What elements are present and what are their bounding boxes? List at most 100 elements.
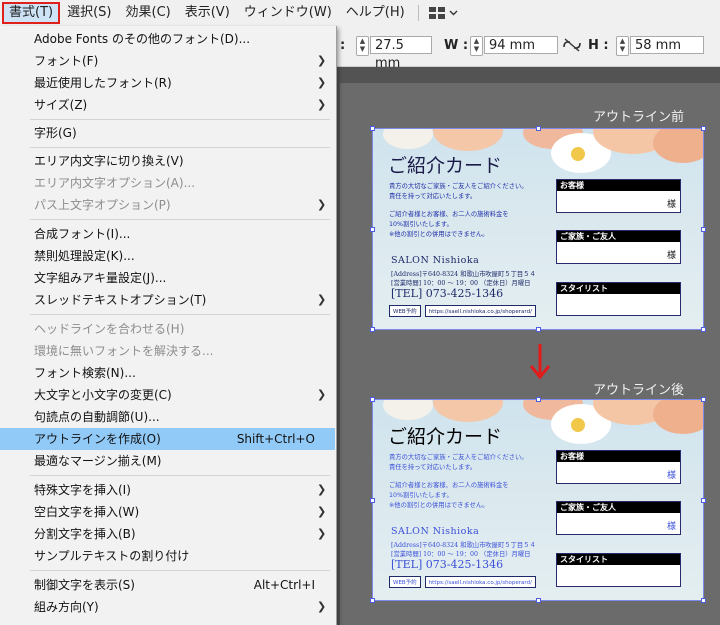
card-after[interactable]: ご紹介カード 貴方の大切なご家族・ご友人をご紹介ください。 責任を持って対応いた… bbox=[370, 397, 706, 603]
selection-handle[interactable] bbox=[536, 327, 541, 332]
menu-separator bbox=[30, 475, 330, 476]
menu-separator bbox=[30, 147, 330, 148]
selection-handle[interactable] bbox=[370, 227, 375, 232]
menu-item-show-hidden-chars[interactable]: 制御文字を表示(S) Alt+Ctrl+I bbox=[0, 574, 335, 596]
h-stepper[interactable]: ▲ ▼ bbox=[616, 36, 629, 56]
selection-handle[interactable] bbox=[370, 498, 375, 503]
menu-item-label: 最近使用したフォント(R) bbox=[34, 76, 172, 90]
selection-handle[interactable] bbox=[536, 598, 541, 603]
constrain-proportions-icon[interactable] bbox=[562, 38, 582, 52]
w-field[interactable]: 94 mm bbox=[484, 36, 558, 54]
menu-view[interactable]: 表示(V) bbox=[178, 2, 237, 24]
menu-item-insert-break[interactable]: 分割文字を挿入(B) ❯ bbox=[0, 523, 335, 545]
menu-item-label: サイズ(Z) bbox=[34, 98, 88, 112]
selection-handle[interactable] bbox=[701, 126, 706, 131]
y-label-colon: : bbox=[340, 38, 346, 53]
menu-item-mojikumi[interactable]: 文字組みアキ量設定(J)... bbox=[0, 267, 335, 289]
menu-bar: 書式(T) 選択(S) 効果(C) 表示(V) ウィンドウ(W) ヘルプ(H) bbox=[0, 0, 720, 27]
web-label: WEB予約 bbox=[389, 576, 421, 588]
customer-header: お客様 bbox=[557, 451, 680, 462]
menu-window[interactable]: ウィンドウ(W) bbox=[237, 2, 339, 24]
body-line-5: ※他の割引との併用はできません。 bbox=[389, 502, 489, 509]
menu-item-kinsoku[interactable]: 禁則処理設定(K)... bbox=[0, 245, 335, 267]
stylist-header: スタイリスト bbox=[557, 554, 680, 565]
menu-select[interactable]: 選択(S) bbox=[60, 2, 118, 24]
w-stepper[interactable]: ▲ ▼ bbox=[470, 36, 483, 56]
body-line-3: ご紹介者様とお客様、お二人の施術料金を bbox=[389, 482, 509, 489]
selection-handle[interactable] bbox=[701, 327, 706, 332]
menu-type[interactable]: 書式(T) bbox=[2, 2, 61, 24]
menu-item-optical-margin[interactable]: 最適なマージン揃え(M) bbox=[0, 450, 335, 472]
web-url: https://saell.nishioka.co.jp/shoperard/ bbox=[424, 305, 536, 317]
web-reservation: WEB予約 https://saell.nishioka.co.jp/shope… bbox=[389, 576, 536, 588]
selection-handle[interactable] bbox=[701, 598, 706, 603]
menu-item-threaded-text[interactable]: スレッドテキストオプション(T) ❯ bbox=[0, 289, 335, 311]
body-line-5: ※他の割引との併用はできません。 bbox=[389, 231, 489, 238]
menu-item-label: 特殊文字を挿入(I) bbox=[34, 483, 131, 497]
menu-item-font[interactable]: フォント(F) ❯ bbox=[0, 50, 335, 72]
submenu-arrow-icon: ❯ bbox=[317, 388, 327, 401]
submenu-arrow-icon: ❯ bbox=[317, 54, 327, 67]
selection-handle[interactable] bbox=[701, 227, 706, 232]
card-before[interactable]: ご紹介カード 貴方の大切なご家族・ご友人をご紹介ください。 責任を持って対応いた… bbox=[370, 126, 706, 332]
selection-handle[interactable] bbox=[370, 397, 375, 402]
menu-item-label: アウトラインを作成(O) bbox=[34, 432, 161, 446]
submenu-arrow-icon: ❯ bbox=[317, 293, 327, 306]
menu-item-glyphs[interactable]: 字形(G) bbox=[0, 122, 335, 144]
selection-handle[interactable] bbox=[701, 498, 706, 503]
selection-handle[interactable] bbox=[536, 397, 541, 402]
menu-item-label: パス上文字オプション(P) bbox=[34, 198, 171, 212]
y-field[interactable]: 27.5 mm bbox=[370, 36, 432, 71]
menu-item-label: 分割文字を挿入(B) bbox=[34, 527, 136, 541]
submenu-arrow-icon: ❯ bbox=[317, 198, 327, 211]
address-line-1: [Address]〒640-8324 和歌山市吹屋町５丁目５４ bbox=[391, 542, 536, 549]
selection-handle[interactable] bbox=[536, 126, 541, 131]
body-line-2: 責任を持って対応いたします。 bbox=[389, 464, 477, 471]
menu-item-create-outlines[interactable]: アウトラインを作成(O) Shift+Ctrl+O bbox=[0, 428, 335, 450]
menu-item-label: 環境に無いフォントを解決する... bbox=[34, 344, 214, 358]
menu-item-insert-whitespace[interactable]: 空白文字を挿入(W) ❯ bbox=[0, 501, 335, 523]
web-label: WEB予約 bbox=[389, 305, 421, 317]
submenu-arrow-icon: ❯ bbox=[317, 76, 327, 89]
menu-item-label: 制御文字を表示(S) bbox=[34, 578, 135, 592]
arrow-down-icon bbox=[530, 344, 550, 380]
family-header: ご家族・ご友人 bbox=[557, 502, 680, 513]
menu-item-insert-special-char[interactable]: 特殊文字を挿入(I) ❯ bbox=[0, 479, 335, 501]
menu-item-size[interactable]: サイズ(Z) ❯ bbox=[0, 94, 335, 116]
selection-handle[interactable] bbox=[701, 397, 706, 402]
selection-handle[interactable] bbox=[370, 598, 375, 603]
submenu-arrow-icon: ❯ bbox=[317, 600, 327, 613]
menu-item-find-font[interactable]: フォント検索(N)... bbox=[0, 362, 335, 384]
menu-effect[interactable]: 効果(C) bbox=[119, 2, 178, 24]
family-box: ご家族・ご友人 様 bbox=[556, 230, 681, 264]
menu-item-recent-fonts[interactable]: 最近使用したフォント(R) ❯ bbox=[0, 72, 335, 94]
menu-item-change-case[interactable]: 大文字と小文字の変更(C) ❯ bbox=[0, 384, 335, 406]
selection-handle[interactable] bbox=[370, 327, 375, 332]
menu-item-shortcut: Alt+Ctrl+I bbox=[253, 578, 315, 592]
caption-after: アウトライン後 bbox=[593, 383, 685, 398]
menu-item-label: 字形(G) bbox=[34, 126, 77, 140]
menu-separator bbox=[30, 219, 330, 220]
menu-item-composite-fonts[interactable]: 合成フォント(I)... bbox=[0, 223, 335, 245]
menu-item-label: フォント検索(N)... bbox=[34, 366, 136, 380]
menu-item-placeholder-text[interactable]: サンプルテキストの割り付け bbox=[0, 545, 335, 567]
stylist-header: スタイリスト bbox=[557, 283, 680, 294]
menu-item-label: サンプルテキストの割り付け bbox=[34, 549, 190, 563]
workspace-switcher[interactable] bbox=[425, 7, 462, 19]
menu-item-adobe-fonts[interactable]: Adobe Fonts のその他のフォント(D)... bbox=[0, 28, 335, 50]
y-stepper[interactable]: ▲ ▼ bbox=[356, 36, 369, 56]
stylist-box: スタイリスト bbox=[556, 282, 681, 316]
menu-item-area-type[interactable]: エリア内文字に切り換え(V) bbox=[0, 150, 335, 172]
menu-separator bbox=[30, 119, 330, 120]
salon-name: SALON Nishioka bbox=[391, 526, 480, 537]
menu-item-label: 組み方向(Y) bbox=[34, 600, 99, 614]
h-field[interactable]: 58 mm bbox=[630, 36, 704, 54]
family-header: ご家族・ご友人 bbox=[557, 231, 680, 242]
menu-item-type-orientation[interactable]: 組み方向(Y) ❯ bbox=[0, 596, 335, 618]
chevron-down-icon bbox=[449, 10, 458, 16]
selection-handle[interactable] bbox=[370, 126, 375, 131]
customer-box: お客様 様 bbox=[556, 450, 681, 484]
submenu-arrow-icon: ❯ bbox=[317, 505, 327, 518]
menu-help[interactable]: ヘルプ(H) bbox=[339, 2, 412, 24]
menu-item-smart-punctuation[interactable]: 句読点の自動調節(U)... bbox=[0, 406, 335, 428]
